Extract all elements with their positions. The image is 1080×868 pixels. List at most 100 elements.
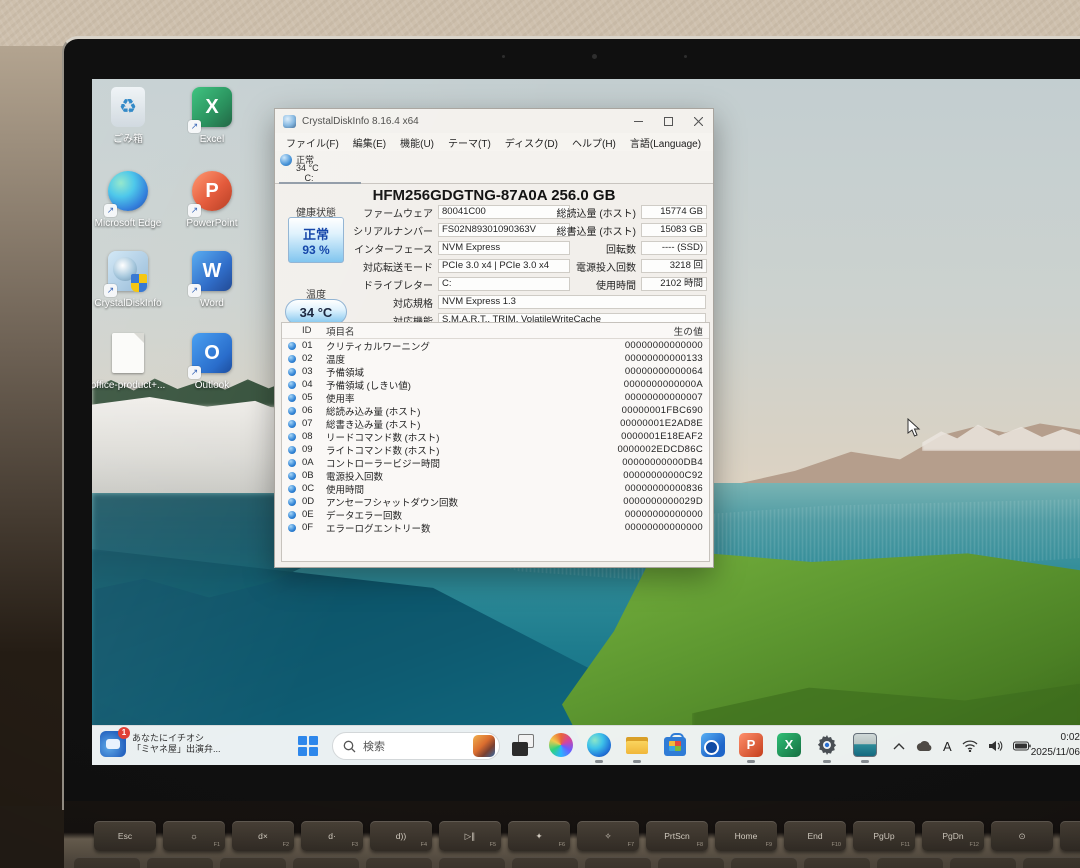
keyboard-key[interactable]: [950, 857, 1016, 868]
volume-button[interactable]: [988, 740, 1003, 752]
table-row[interactable]: 04 予備領域 (しきい値) 0000000000000A: [282, 378, 709, 391]
maximize-button[interactable]: [653, 109, 683, 133]
tray-chevron-button[interactable]: [893, 742, 905, 750]
menu-item[interactable]: テーマ(T): [441, 135, 498, 150]
keyboard-key[interactable]: Del: [1060, 821, 1080, 851]
table-row[interactable]: 08 リードコマンド数 (ホスト) 0000001E18EAF2: [282, 430, 709, 443]
table-row[interactable]: 07 総書き込み量 (ホスト) 00000001E2AD8E: [282, 417, 709, 430]
keyboard-key[interactable]: ✧ F7: [577, 821, 639, 851]
table-row[interactable]: 0C 使用時間 00000000000836: [282, 482, 709, 495]
keyboard-key[interactable]: [585, 857, 651, 868]
table-row[interactable]: 0E データエラー回数 00000000000000: [282, 508, 709, 521]
smart-attributes-table[interactable]: ID 項目名 生の値 01 クリティカルワーニング 00000000000000: [281, 322, 710, 562]
keyboard-key[interactable]: [220, 857, 286, 868]
desktop-icon-crystaldiskinfo[interactable]: ↗ CrystalDiskInfo: [92, 249, 167, 309]
taskbar-icon-crystaldiskinfo[interactable]: [852, 732, 878, 758]
keyboard-key[interactable]: PrtScn F8: [646, 821, 708, 851]
search-highlight-image[interactable]: [473, 735, 495, 757]
document-file-icon: [112, 333, 144, 373]
taskbar-icon-task-view[interactable]: [510, 732, 536, 758]
drive-select-bar[interactable]: 正常 34 °C C:: [275, 151, 713, 184]
desktop-icon-excel[interactable]: X ↗ Excel: [173, 85, 251, 145]
keyboard-key[interactable]: [366, 857, 432, 868]
number-key-row: [74, 857, 1080, 868]
menu-item[interactable]: ファイル(F): [279, 135, 346, 150]
keyboard-key[interactable]: [804, 857, 870, 868]
title-bar[interactable]: CrystalDiskInfo 8.16.4 x64: [275, 109, 713, 133]
table-row[interactable]: 0F エラーログエントリー数 00000000000000: [282, 521, 709, 534]
taskbar-icon-outlook[interactable]: [700, 732, 726, 758]
wall-shadow: [0, 46, 64, 806]
taskbar-icon-excel[interactable]: X: [776, 732, 802, 758]
keyboard-key[interactable]: [293, 857, 359, 868]
minimize-button[interactable]: [623, 109, 653, 133]
keyboard-key[interactable]: [658, 857, 724, 868]
taskbar-icon-store[interactable]: [662, 732, 688, 758]
table-row[interactable]: 05 使用率 00000000000007: [282, 391, 709, 404]
attribute-status-dot-icon: [288, 446, 296, 454]
keyboard-key[interactable]: ✦ F6: [508, 821, 570, 851]
keyboard-key[interactable]: d× F2: [232, 821, 294, 851]
clock[interactable]: 0:02 2025/11/06: [1031, 730, 1080, 760]
keyboard-key[interactable]: [731, 857, 797, 868]
taskbar-icon-edge[interactable]: [586, 732, 612, 758]
keyboard-key[interactable]: ⊙: [991, 821, 1053, 851]
taskbar-icon-copilot[interactable]: [548, 732, 574, 758]
wallpaper-cliff: [92, 397, 284, 493]
info-field-row: 使用時間 2102 時間: [525, 277, 715, 291]
attribute-status-dot-icon: [288, 485, 296, 493]
tray-onedrive-button[interactable]: [915, 740, 933, 752]
keyboard-key[interactable]: [1023, 857, 1080, 868]
keyboard-key[interactable]: [147, 857, 213, 868]
keyboard-key[interactable]: Esc: [94, 821, 156, 851]
keyboard-key[interactable]: PgUp F11: [853, 821, 915, 851]
keyboard-key[interactable]: End F10: [784, 821, 846, 851]
keyboard-key[interactable]: [512, 857, 578, 868]
keyboard-key[interactable]: ☼ F1: [163, 821, 225, 851]
menu-item[interactable]: ディスク(D): [498, 135, 565, 150]
keyboard-key[interactable]: [877, 857, 943, 868]
widgets-weather-icon: 1: [100, 731, 126, 757]
keyboard-key[interactable]: d)) F4: [370, 821, 432, 851]
desktop-icon-edge[interactable]: ↗ Microsoft Edge: [92, 169, 167, 229]
menu-item[interactable]: 言語(Language): [623, 135, 708, 150]
table-row[interactable]: 06 総読み込み量 (ホスト) 00000001FBC690: [282, 404, 709, 417]
keyboard-key[interactable]: Home F9: [715, 821, 777, 851]
table-row[interactable]: 03 予備領域 00000000000064: [282, 365, 709, 378]
table-row[interactable]: 01 クリティカルワーニング 00000000000000: [282, 339, 709, 352]
desktop-icon-outlook[interactable]: O ↗ Outlook: [173, 331, 251, 391]
keyboard-key[interactable]: [74, 857, 140, 868]
menu-item[interactable]: 機能(U): [393, 135, 441, 150]
laptop-photo: ♻ ごみ箱 X ↗ Excel ↗ Microsoft Edge P ↗ Pow…: [0, 0, 1080, 868]
close-button[interactable]: [683, 109, 713, 133]
widgets-button[interactable]: 1 あなたにイチオシ 「ミヤネ屋」出演弁...: [100, 731, 221, 757]
table-row[interactable]: 09 ライトコマンド数 (ホスト) 0000002EDCD86C: [282, 443, 709, 456]
desktop-icon-recycle-bin[interactable]: ♻ ごみ箱: [92, 85, 167, 145]
menu-item[interactable]: 編集(E): [346, 135, 393, 150]
desktop-icon-word[interactable]: W ↗ Word: [173, 249, 251, 309]
keyboard-key[interactable]: PgDn F12: [922, 821, 984, 851]
info-field-row: 電源投入回数 3218 回: [525, 259, 715, 273]
menu-item[interactable]: ヘルプ(H): [565, 135, 623, 150]
ambient-sensor: [684, 55, 687, 58]
keyboard-key[interactable]: ▷∥ F5: [439, 821, 501, 851]
desktop-icon-office-product-file[interactable]: office-product+...: [92, 331, 167, 391]
table-row[interactable]: 0B 電源投入回数 00000000000C92: [282, 469, 709, 482]
taskbar: 1 あなたにイチオシ 「ミヤネ屋」出演弁... 検索: [92, 725, 1080, 765]
table-row[interactable]: 0D アンセーフシャットダウン回数 0000000000029D: [282, 495, 709, 508]
search-box[interactable]: 検索: [332, 732, 500, 760]
wifi-button[interactable]: [962, 740, 978, 752]
keyboard-key[interactable]: [439, 857, 505, 868]
keyboard-key[interactable]: d· F3: [301, 821, 363, 851]
start-button[interactable]: [298, 736, 318, 756]
function-key-row: Esc ☼ F1 d× F2 d· F3 d)) F4 ▷∥ F5: [94, 821, 1080, 851]
taskbar-icon-settings[interactable]: [814, 732, 840, 758]
taskbar-icon-powerpoint[interactable]: P: [738, 732, 764, 758]
desktop-icon-powerpoint[interactable]: P ↗ PowerPoint: [173, 169, 251, 229]
table-row[interactable]: 0A コントローラービジー時間 00000000000DB4: [282, 456, 709, 469]
table-row[interactable]: 02 温度 00000000000133: [282, 352, 709, 365]
taskbar-icon-file-explorer[interactable]: [624, 732, 650, 758]
ime-mode-button[interactable]: A: [943, 739, 952, 754]
crystaldiskinfo-icon: [853, 733, 877, 757]
battery-button[interactable]: [1013, 741, 1031, 751]
